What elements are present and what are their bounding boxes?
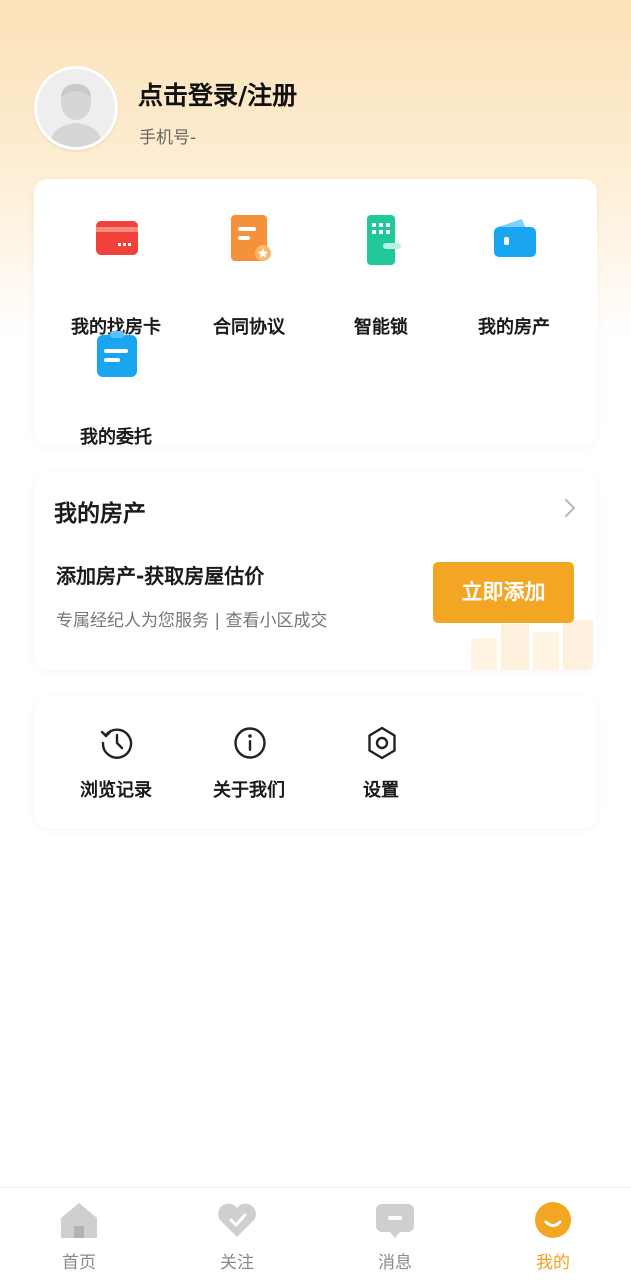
chevron-right-icon[interactable] bbox=[563, 498, 577, 518]
service-label: 我的房产 bbox=[478, 317, 550, 338]
tool-history[interactable]: 浏览记录 bbox=[50, 726, 182, 806]
property-wallet-icon bbox=[494, 219, 536, 257]
service-label: 合同协议 bbox=[213, 317, 285, 338]
add-property-button[interactable]: 立即添加 bbox=[433, 562, 574, 623]
tool-label: 关于我们 bbox=[213, 780, 285, 801]
message-icon bbox=[376, 1204, 414, 1238]
entrust-clipboard-icon bbox=[97, 331, 137, 377]
service-smart-lock[interactable]: 智能锁 bbox=[315, 215, 447, 338]
property-subtitle: 添加房产-获取房屋估价 bbox=[56, 564, 265, 588]
profile-page: 点击登录/注册 手机号- 我的找房卡 合同协议 智能锁 我的房产 我的委托 我的… bbox=[0, 0, 631, 1280]
property-card-title: 我的房产 bbox=[54, 501, 146, 527]
smart-lock-icon bbox=[367, 215, 401, 265]
bottom-tab-bar: 首页 关注 消息 我的 bbox=[0, 1187, 631, 1280]
tool-label: 设置 bbox=[363, 780, 399, 801]
service-label: 我的委托 bbox=[80, 427, 152, 448]
property-description: 专属经纪人为您服务 | 查看小区成交 bbox=[56, 611, 328, 631]
service-my-property[interactable]: 我的房产 bbox=[448, 215, 580, 338]
building-decoration-icon bbox=[471, 620, 593, 670]
contract-icon bbox=[231, 215, 271, 261]
tool-label: 浏览记录 bbox=[80, 780, 152, 801]
house-card-icon bbox=[96, 221, 138, 255]
tab-label: 首页 bbox=[62, 1253, 96, 1273]
login-register-link[interactable]: 点击登录/注册 bbox=[138, 76, 297, 112]
profile-smile-icon bbox=[535, 1202, 571, 1238]
profile-header[interactable]: 点击登录/注册 手机号- bbox=[34, 66, 594, 152]
tab-mine[interactable]: 我的 bbox=[474, 1188, 631, 1280]
service-label: 智能锁 bbox=[354, 317, 408, 338]
service-house-card[interactable]: 我的找房卡 bbox=[50, 215, 182, 338]
info-icon bbox=[234, 727, 266, 759]
default-avatar-icon bbox=[37, 69, 115, 147]
service-entrust[interactable]: 我的委托 bbox=[50, 331, 182, 448]
my-property-card[interactable]: 我的房产 添加房产-获取房屋估价 专属经纪人为您服务 | 查看小区成交 立即添加 bbox=[34, 472, 597, 670]
service-contract[interactable]: 合同协议 bbox=[183, 215, 315, 338]
history-icon bbox=[100, 728, 133, 759]
tab-home[interactable]: 首页 bbox=[0, 1188, 158, 1280]
phone-number-label: 手机号- bbox=[139, 128, 197, 148]
heart-icon bbox=[218, 1203, 256, 1237]
tool-settings[interactable]: 设置 bbox=[315, 726, 447, 806]
settings-gear-icon bbox=[368, 726, 396, 760]
avatar[interactable] bbox=[34, 66, 118, 150]
tab-label: 消息 bbox=[378, 1253, 412, 1273]
services-card: 我的找房卡 合同协议 智能锁 我的房产 我的委托 bbox=[34, 179, 597, 448]
tools-card: 浏览记录 关于我们 设置 bbox=[34, 696, 597, 828]
tab-label: 我的 bbox=[536, 1253, 570, 1273]
tab-follow[interactable]: 关注 bbox=[158, 1188, 316, 1280]
home-icon bbox=[61, 1203, 97, 1238]
tab-label: 关注 bbox=[220, 1253, 254, 1273]
tab-messages[interactable]: 消息 bbox=[316, 1188, 474, 1280]
tool-about[interactable]: 关于我们 bbox=[183, 726, 315, 806]
